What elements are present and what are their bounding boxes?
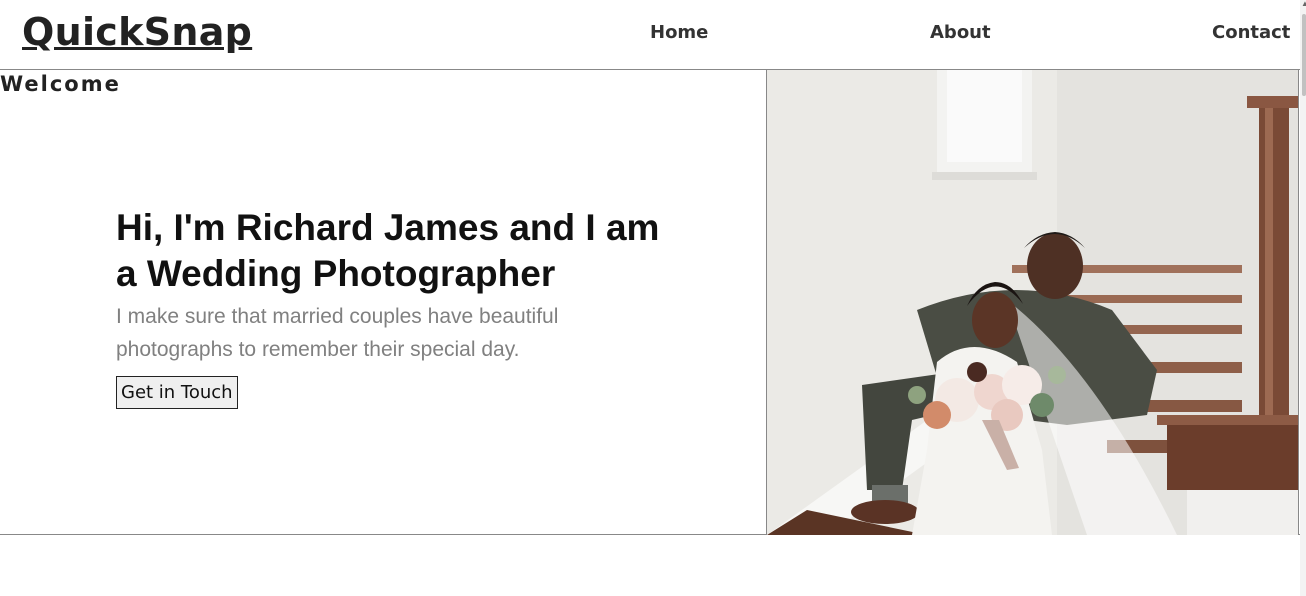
- scrollbar-thumb[interactable]: [1302, 14, 1306, 96]
- nav-home-link[interactable]: Home: [650, 22, 708, 43]
- hero-tagline: I make sure that married couples have be…: [116, 305, 559, 361]
- section-label: Welcome: [0, 72, 121, 96]
- get-in-touch-button[interactable]: Get in Touch: [116, 376, 238, 409]
- wedding-couple-image: [767, 70, 1298, 535]
- brand-logo-link[interactable]: QuickSnap: [22, 10, 252, 54]
- nav-about-link[interactable]: About: [930, 22, 991, 43]
- top-navbar: QuickSnap Home About Contact: [0, 0, 1300, 70]
- nav-contact-link[interactable]: Contact: [1212, 22, 1290, 43]
- scroll-up-arrow-icon[interactable]: ▲: [1301, 0, 1306, 8]
- hero-headline: Hi, I'm Richard James and I am a Wedding…: [116, 207, 660, 294]
- hero-photo: [766, 70, 1299, 535]
- hero-section: Welcome Hi, I'm Richard James and I am a…: [0, 70, 1300, 535]
